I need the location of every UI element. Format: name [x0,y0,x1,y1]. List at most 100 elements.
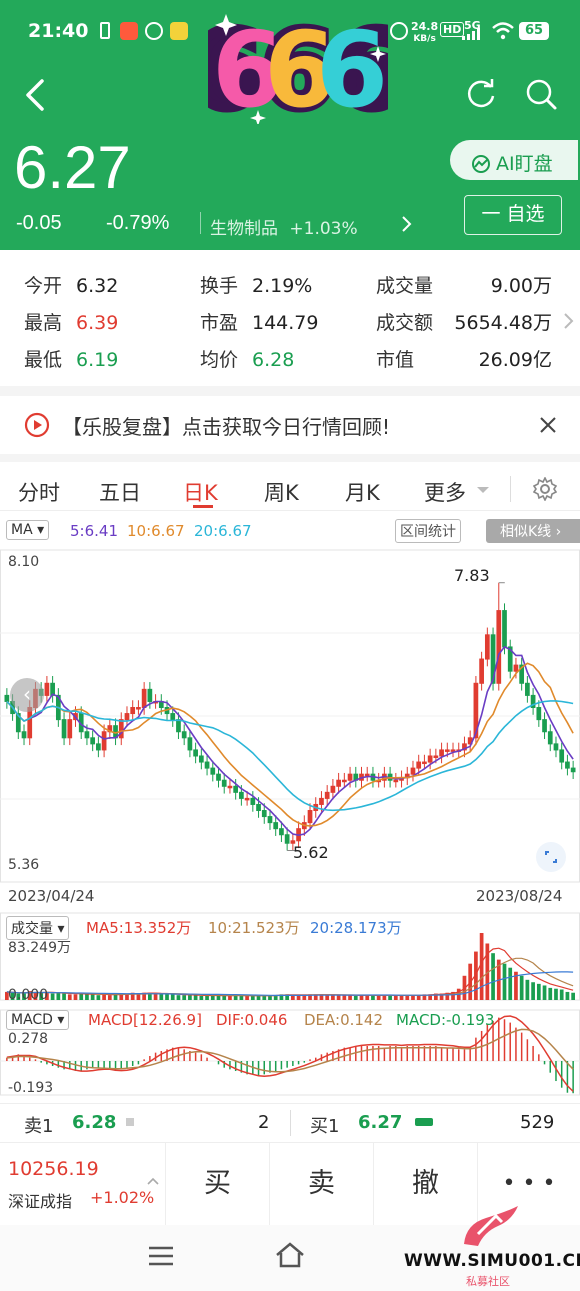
sell-button[interactable]: 卖 [269,1143,373,1225]
macd-selector[interactable]: MACD ▾ [6,1010,70,1030]
vol-ma5: MA5:13.352万 [86,919,192,937]
candle-body [411,768,415,775]
ma-selector[interactable]: MA ▾ [6,520,50,540]
buy-button[interactable]: 买 [165,1143,269,1225]
volume-bar [571,992,575,1000]
volume-bar [376,995,381,1000]
y-axis-top: 8.10 [8,554,40,570]
current-price: 6.27 [14,134,131,201]
volume-bar [107,995,112,1000]
banner-text: 【乐股复盘】点击获取今日行情回顾! [62,415,391,439]
ai-watch-button[interactable]: AI盯盘 [450,140,578,180]
chart-prev-button[interactable]: ‹ [10,678,44,712]
candle-body [542,719,547,733]
interval-stats-button[interactable]: 区间统计 [395,519,461,543]
volume-bar [331,995,335,1000]
add-watchlist-button[interactable]: 一 自选 [464,195,562,235]
volume-bar [199,995,204,1000]
candle-body [547,731,553,745]
section-divider [0,386,580,396]
candle-body [502,610,507,648]
candle-body [485,634,490,660]
stats-more-chevron-icon[interactable] [563,312,575,330]
stock-header: 21:40 24.8 KB/s HD 5G 65 666 6 6 6 6.27 -… [0,0,580,250]
review-banner[interactable]: 【乐股复盘】点击获取今日行情回顾! [0,396,580,454]
candle-body [342,780,347,782]
sell1-price: 6.28 [72,1112,117,1133]
candle-body [210,767,216,775]
candle-body [142,689,146,708]
tab-2[interactable]: 日K [183,477,218,507]
vol-axis-bottom: 0.000 [8,987,49,1003]
stat-value: 144.79 [252,312,319,334]
refresh-icon[interactable] [464,77,498,111]
stat-label: 市盈 [200,312,239,334]
stat-value: 6.32 [76,275,119,297]
tab-1[interactable]: 五日 [99,477,141,507]
volume-bar [62,993,66,1000]
volume-bar [85,994,89,1000]
stat-label: 市值 [376,349,415,371]
candle-body [130,707,135,714]
x-axis-start: 2023/04/24 [8,887,95,905]
volume-bar [102,994,106,1000]
ma10-value: 10:6.67 [127,522,185,540]
volume-bar [176,995,181,1000]
candle-body [434,755,438,758]
tab-5[interactable]: 更多 [424,477,466,507]
volume-bar [353,995,358,1000]
section-divider [0,454,580,462]
tab-3[interactable]: 周K [264,477,299,507]
ai-watch-label: AI盯盘 [496,153,553,175]
fullscreen-button[interactable] [536,842,566,872]
stat-value: 6.28 [252,349,295,371]
back-icon[interactable] [24,78,46,112]
volume-bar [559,989,564,1000]
volume-bar [79,993,84,1000]
candle-body [267,816,273,824]
candle-body [147,688,153,702]
buy1-price: 6.27 [358,1112,403,1133]
sector-change: +1.03% [289,219,358,239]
chevron-down-icon[interactable] [476,485,490,495]
candle-body [319,798,324,805]
sticker-digit-3: 6 [316,9,388,124]
candle-body [393,780,398,782]
sector-link[interactable]: 生物制品 +1.03% [210,214,358,239]
home-icon[interactable] [274,1240,306,1270]
index-panel[interactable]: 10256.19 深证成指 +1.02% [0,1143,165,1225]
volume-bar [536,983,541,1000]
volume-bar [159,994,164,1000]
candle-body [181,731,187,739]
candle-body [428,755,432,763]
tab-0[interactable]: 分时 [18,477,60,507]
candle-body [439,749,444,756]
volume-bar [519,975,524,1000]
volume-bar [336,995,341,1000]
chevron-up-icon [147,1177,159,1185]
candle-body [239,791,244,799]
signal-icon [462,28,480,40]
vol-axis-top: 83.249万 [8,940,71,956]
candle-body [221,779,227,787]
settings-gear-icon[interactable] [533,477,557,501]
stat-label: 均价 [200,349,239,371]
tab-4[interactable]: 月K [345,477,380,507]
candle-body [27,707,32,738]
candle-body [348,774,352,781]
candle-body [170,713,176,721]
chevron-right-icon[interactable] [400,215,414,233]
candle-body [102,731,106,750]
menu-icon[interactable] [147,1244,175,1268]
volume-bar [165,994,169,1000]
volume-bar [90,994,95,1000]
close-icon[interactable] [538,415,558,435]
candle-body [176,719,181,733]
candle-body [136,707,141,710]
macd-dif: DIF:0.046 [216,1011,288,1029]
search-icon[interactable] [524,77,558,111]
similar-k-button[interactable]: 相似K线 › [486,519,580,543]
volume-bar [554,988,558,1000]
volume-bar [50,993,55,1000]
volume-bar [188,995,192,1000]
